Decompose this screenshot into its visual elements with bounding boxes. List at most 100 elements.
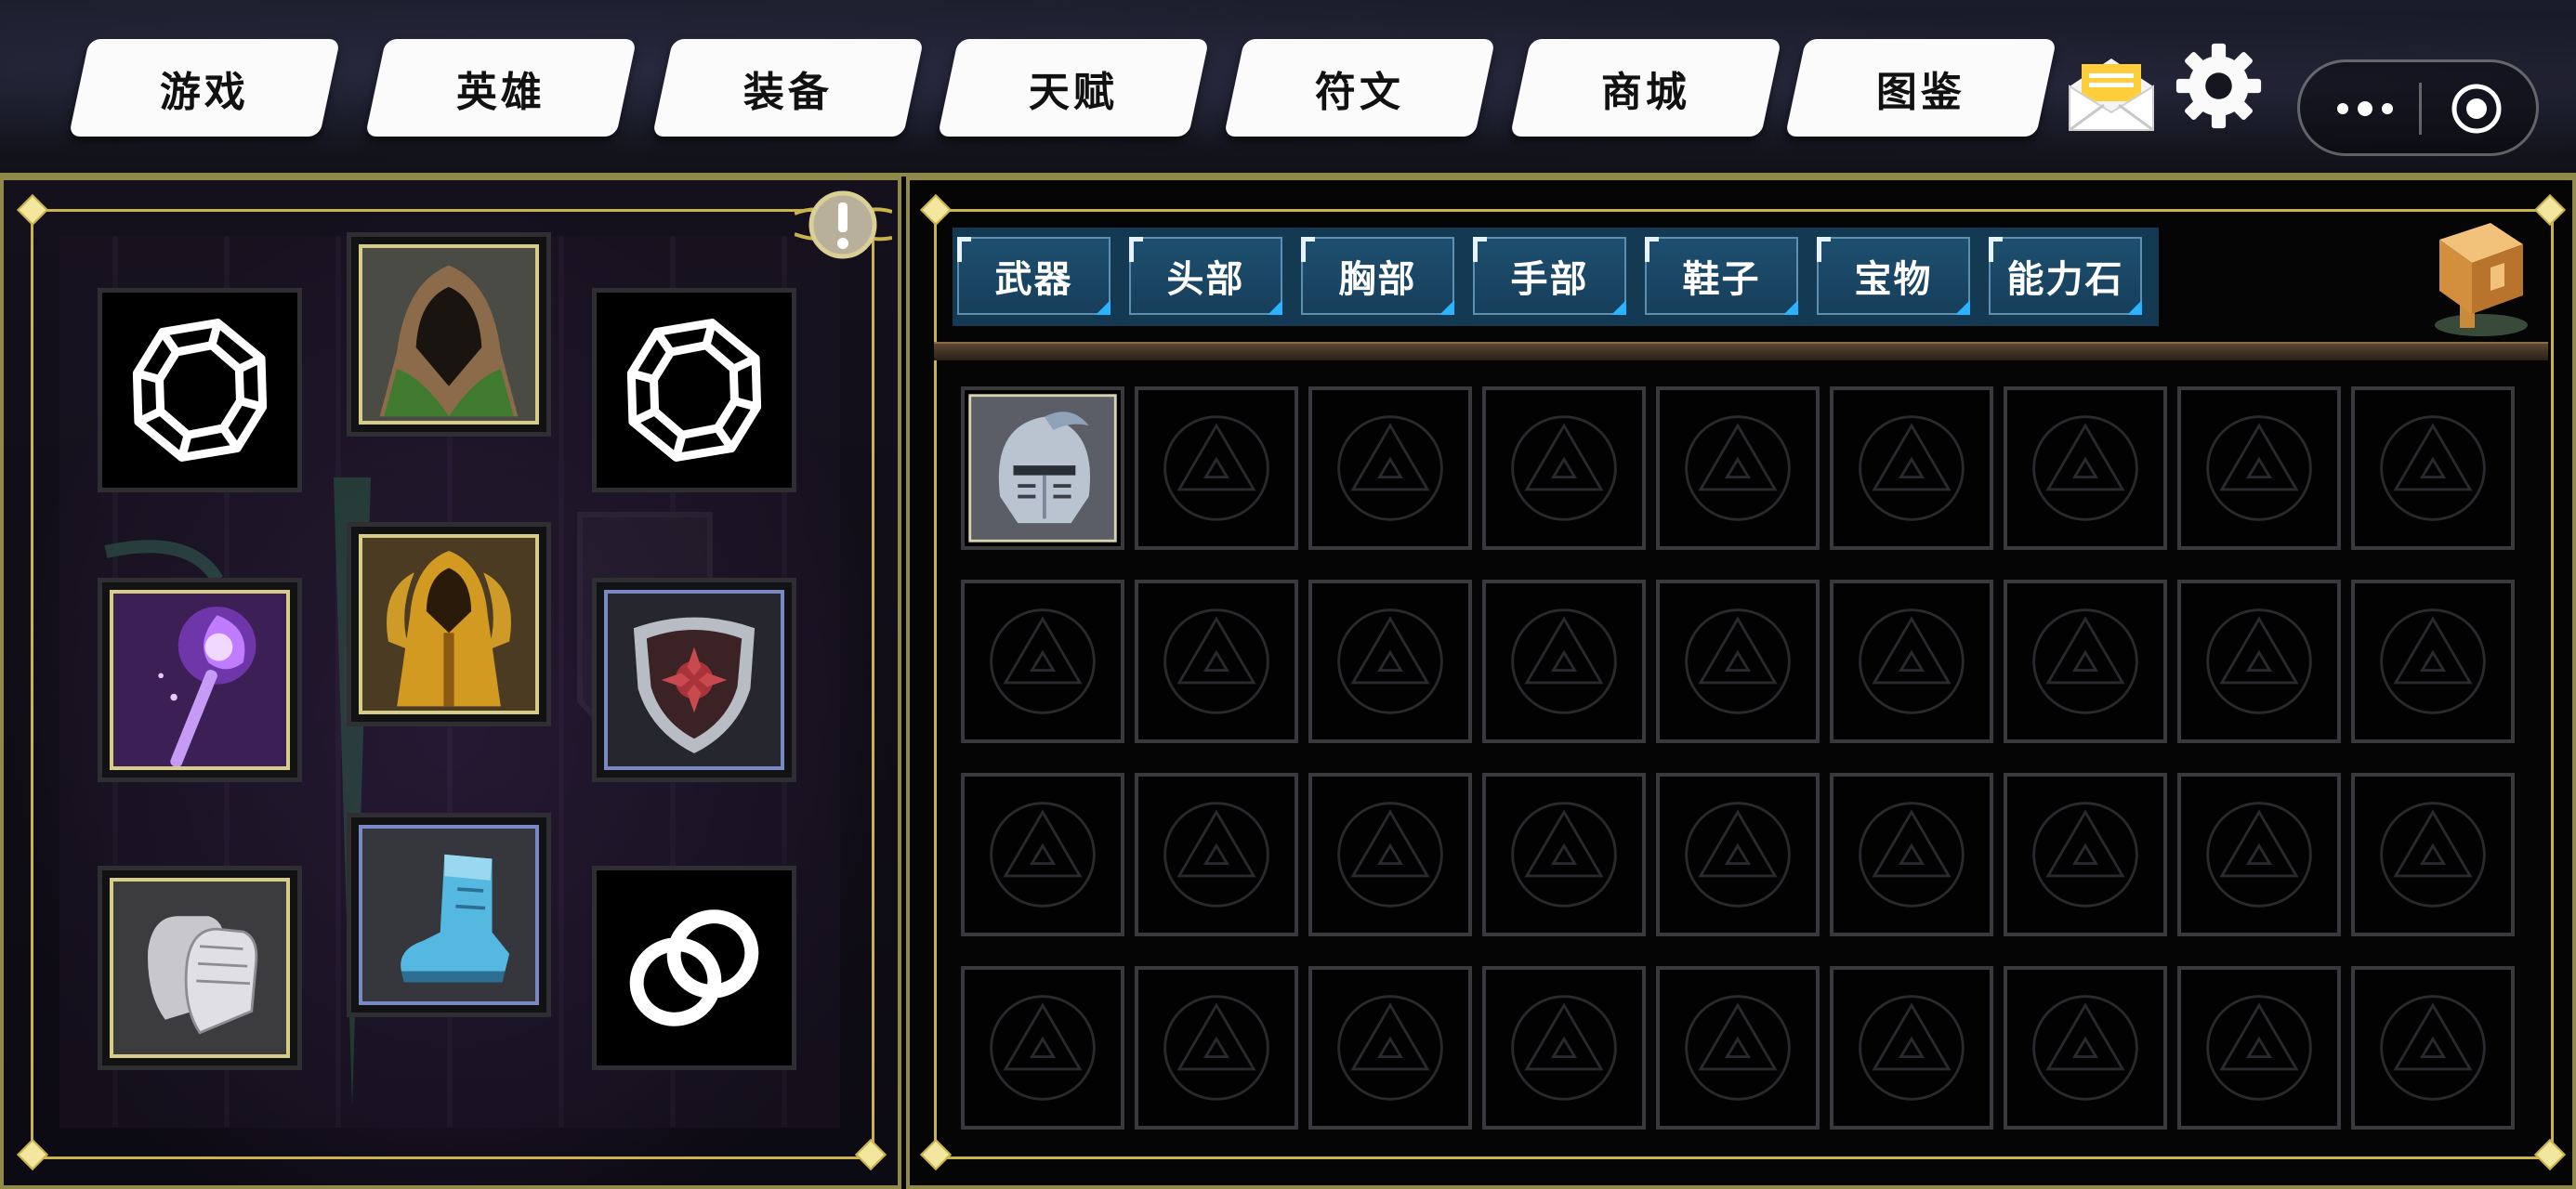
tab-shoes[interactable]: 鞋子 [1645,237,1798,315]
empty-slot-icon [1511,415,1617,521]
gem-outline-icon [132,319,268,462]
shelf-divider [934,342,2548,360]
nav-tab-label: 游戏 [160,68,249,116]
nav-tab-shop[interactable]: 商城 [1509,39,1782,137]
nav-tab-heroes[interactable]: 英雄 [364,39,637,137]
inventory-slot[interactable] [1135,580,1298,743]
inventory-slot[interactable] [1656,966,1820,1130]
tab-ability-stone[interactable]: 能力石 [1989,237,2142,315]
purple-staff-icon [113,594,286,766]
inventory-slot[interactable] [1656,773,1820,936]
inventory-slot[interactable] [2351,386,2515,550]
robe-slot[interactable] [347,522,551,726]
inventory-slot[interactable] [2004,966,2167,1130]
tab-chest[interactable]: 胸部 [1301,237,1454,315]
tab-label: 鞋子 [1682,258,1761,301]
slot-frame [359,825,539,1005]
inventory-slot[interactable] [2004,580,2167,743]
golden-robe-icon [362,538,535,711]
inventory-slot[interactable] [1830,773,1993,936]
inventory-slot[interactable] [2351,580,2515,743]
inventory-slot[interactable] [1830,966,1993,1130]
inventory-slot[interactable] [2351,773,2515,936]
empty-slot-icon [1337,995,1443,1101]
tab-weapon[interactable]: 武器 [957,237,1111,315]
inventory-slot[interactable] [2177,773,2341,936]
empty-slot-icon [1685,995,1791,1101]
inventory-slot[interactable] [1482,773,1646,936]
inventory-slot[interactable] [961,966,1124,1130]
empty-slot-icon [990,802,1096,908]
nav-tab-talents[interactable]: 天赋 [937,39,1210,137]
inventory-slot[interactable] [961,580,1124,743]
empty-slot-icon [2380,802,2486,908]
top-nav-bar: 游戏 英雄 装备 天赋 符文 商城 图鉴 [0,0,2576,176]
nav-tab-label: 装备 [743,68,833,116]
empty-slot-icon [1511,608,1617,714]
inventory-slot[interactable] [961,386,1124,550]
gem-slot-right[interactable] [592,288,796,492]
empty-slot-icon [2206,995,2312,1101]
empty-slot-icon [1163,415,1269,521]
inventory-slot[interactable] [961,773,1124,936]
empty-slot-icon [2032,415,2138,521]
knight-helmet-icon [968,394,1117,542]
empty-slot-icon [1511,802,1617,908]
gear-icon[interactable] [2175,42,2263,130]
tab-label: 宝物 [1854,258,1933,301]
tab-label: 头部 [1166,258,1245,301]
tab-label: 手部 [1510,258,1589,301]
nav-tab-label: 商城 [1601,68,1690,116]
empty-slot-icon [1163,802,1269,908]
slot-frame [359,534,539,714]
inventory-slot[interactable] [1135,386,1298,550]
box-icon[interactable] [2402,212,2532,342]
inventory-slot[interactable] [1830,580,1993,743]
inventory-slot[interactable] [1135,773,1298,936]
slot-frame [110,590,290,770]
inventory-slot[interactable] [1656,580,1820,743]
nav-tab-game[interactable]: 游戏 [68,39,341,137]
inventory-slot[interactable] [1308,773,1472,936]
empty-slot-icon [1163,608,1269,714]
mail-icon[interactable] [2065,51,2158,135]
gem-slot-left[interactable] [98,288,302,492]
tab-hands[interactable]: 手部 [1473,237,1626,315]
inventory-slot[interactable] [2177,580,2341,743]
inventory-slot[interactable] [2351,966,2515,1130]
inventory-slot[interactable] [1482,580,1646,743]
nav-tab-runes[interactable]: 符文 [1223,39,1496,137]
blue-boots-icon [362,829,535,1001]
inventory-slot[interactable] [1308,580,1472,743]
inventory-slot[interactable] [1135,966,1298,1130]
empty-slot-icon [1511,995,1617,1101]
empty-slot-icon [2032,608,2138,714]
nav-tab-codex[interactable]: 图鉴 [1784,39,2057,137]
nav-tab-equipment[interactable]: 装备 [651,39,925,137]
tab-head[interactable]: 头部 [1129,237,1282,315]
inventory-slot[interactable] [1482,966,1646,1130]
inventory-slot[interactable] [2177,966,2341,1130]
inventory-slot[interactable] [1308,966,1472,1130]
ring-slot[interactable] [592,866,796,1070]
target-icon[interactable] [2449,81,2504,137]
empty-slot-icon [1859,995,1965,1101]
inventory-slot[interactable] [1308,386,1472,550]
empty-slot-icon [990,608,1096,714]
shield-slot[interactable] [592,578,796,782]
empty-slot-icon [1685,608,1791,714]
tab-treasure[interactable]: 宝物 [1817,237,1970,315]
nav-tab-label: 符文 [1315,68,1404,116]
inventory-slot[interactable] [2177,386,2341,550]
inventory-slot[interactable] [2004,773,2167,936]
inventory-slot[interactable] [1656,386,1820,550]
inventory-slot[interactable] [1830,386,1993,550]
gloves-slot[interactable] [98,866,302,1070]
boots-slot[interactable] [347,813,551,1017]
hood-slot[interactable] [347,232,551,437]
alert-icon[interactable] [794,186,893,269]
inventory-slot[interactable] [1482,386,1646,550]
staff-slot[interactable] [98,578,302,782]
more-icon[interactable] [2319,81,2412,137]
inventory-slot[interactable] [2004,386,2167,550]
